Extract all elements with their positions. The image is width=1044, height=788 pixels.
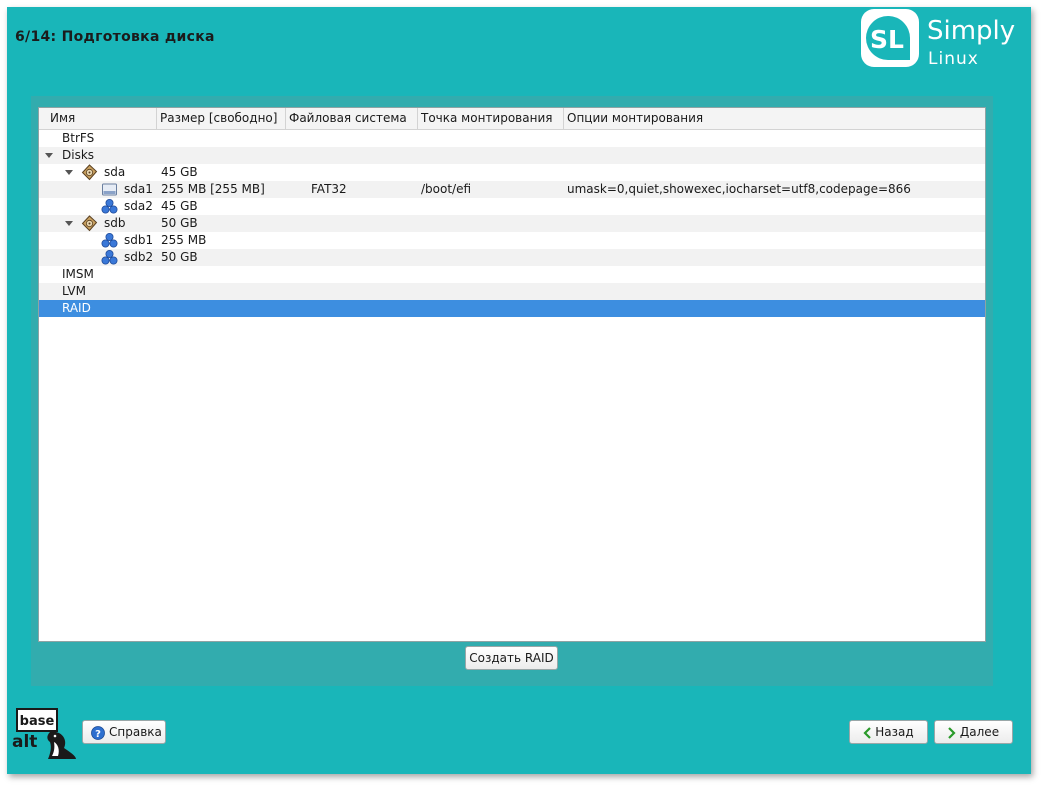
row-mount-point: /boot/efi	[421, 182, 472, 196]
row-size: 255 MB [255 MB]	[161, 182, 265, 196]
tree-row-sda2[interactable]: sda2 45 GB	[39, 198, 985, 215]
basealt-logo: base alt	[12, 708, 76, 759]
tree-row-sdb2[interactable]: sdb2 50 GB	[39, 249, 985, 266]
tree-row-disks[interactable]: Disks	[39, 147, 985, 164]
row-name: sda	[104, 165, 126, 179]
column-header-mount[interactable]: Точка монтирования	[418, 108, 564, 129]
logo-word-linux: Linux	[928, 49, 979, 69]
svg-text:base: base	[20, 714, 55, 729]
svg-text:alt: alt	[12, 732, 37, 752]
partition-icon	[102, 183, 117, 196]
help-button-label: Справка	[109, 725, 162, 739]
row-name: sda2	[124, 199, 153, 213]
tree-row-sdb1[interactable]: sdb1 255 MB	[39, 232, 985, 249]
row-size: 45 GB	[161, 199, 198, 213]
row-name: RAID	[62, 301, 91, 315]
row-mount-options: umask=0,quiet,showexec,iocharset=utf8,co…	[567, 182, 911, 196]
partition-tree[interactable]: Имя Размер [свободно] Файловая система Т…	[38, 107, 986, 642]
tree-row-sdb[interactable]: sdb 50 GB	[39, 215, 985, 232]
row-name: Disks	[62, 148, 95, 162]
expand-arrow-icon[interactable]	[65, 170, 73, 175]
tree-row-sda[interactable]: sda 45 GB	[39, 164, 985, 181]
tree-row-lvm[interactable]: LVM	[39, 283, 985, 300]
back-button-label: Назад	[875, 725, 914, 739]
expand-arrow-icon[interactable]	[45, 153, 53, 158]
row-name: LVM	[62, 284, 86, 298]
lvm-partition-icon	[101, 199, 118, 214]
row-size: 45 GB	[161, 165, 198, 179]
row-size: 255 MB	[161, 233, 207, 247]
help-button[interactable]: ? Справка	[82, 720, 166, 744]
svg-text:?: ?	[95, 729, 101, 740]
back-button[interactable]: Назад	[849, 720, 928, 744]
help-icon: ?	[91, 725, 105, 740]
tree-header: Имя Размер [свободно] Файловая система Т…	[39, 108, 985, 130]
simply-linux-logo: SL Simply Linux	[860, 8, 1020, 69]
row-filesystem: FAT32	[311, 182, 347, 196]
row-name: IMSM	[62, 267, 94, 281]
tree-row-sda1[interactable]: sda1 255 MB [255 MB] FAT32 /boot/efi uma…	[39, 181, 985, 198]
row-size: 50 GB	[161, 216, 198, 230]
create-raid-button[interactable]: Создать RAID	[465, 646, 558, 670]
column-header-size[interactable]: Размер [свободно]	[157, 108, 286, 129]
column-header-name[interactable]: Имя	[39, 108, 157, 129]
tree-row-raid[interactable]: RAID	[39, 300, 985, 317]
expand-arrow-icon[interactable]	[65, 221, 73, 226]
row-name: sdb	[104, 216, 126, 230]
logo-word-simply: Simply	[927, 16, 1016, 46]
row-name: BtrFS	[62, 131, 95, 145]
column-header-options[interactable]: Опции монтирования	[564, 108, 985, 129]
sl-logo-icon: SL	[861, 9, 919, 67]
arrow-left-icon	[863, 726, 872, 739]
row-size: 50 GB	[161, 250, 198, 264]
svg-text:SL: SL	[870, 25, 904, 54]
hard-disk-icon	[81, 215, 98, 232]
row-name: sdb2	[124, 250, 154, 264]
lvm-partition-icon	[101, 233, 118, 248]
hard-disk-icon	[81, 164, 98, 181]
next-button-label: Далее	[959, 725, 1000, 739]
row-name: sda1	[124, 182, 153, 196]
tree-row-imsm[interactable]: IMSM	[39, 266, 985, 283]
lvm-partition-icon	[101, 250, 118, 265]
page-title: 6/14: Подготовка диска	[15, 29, 215, 45]
next-button[interactable]: Далее	[934, 720, 1013, 744]
tree-row-btrfs[interactable]: BtrFS	[39, 130, 985, 147]
column-header-fs[interactable]: Файловая система	[286, 108, 418, 129]
row-name: sdb1	[124, 233, 154, 247]
arrow-right-icon	[948, 726, 956, 739]
